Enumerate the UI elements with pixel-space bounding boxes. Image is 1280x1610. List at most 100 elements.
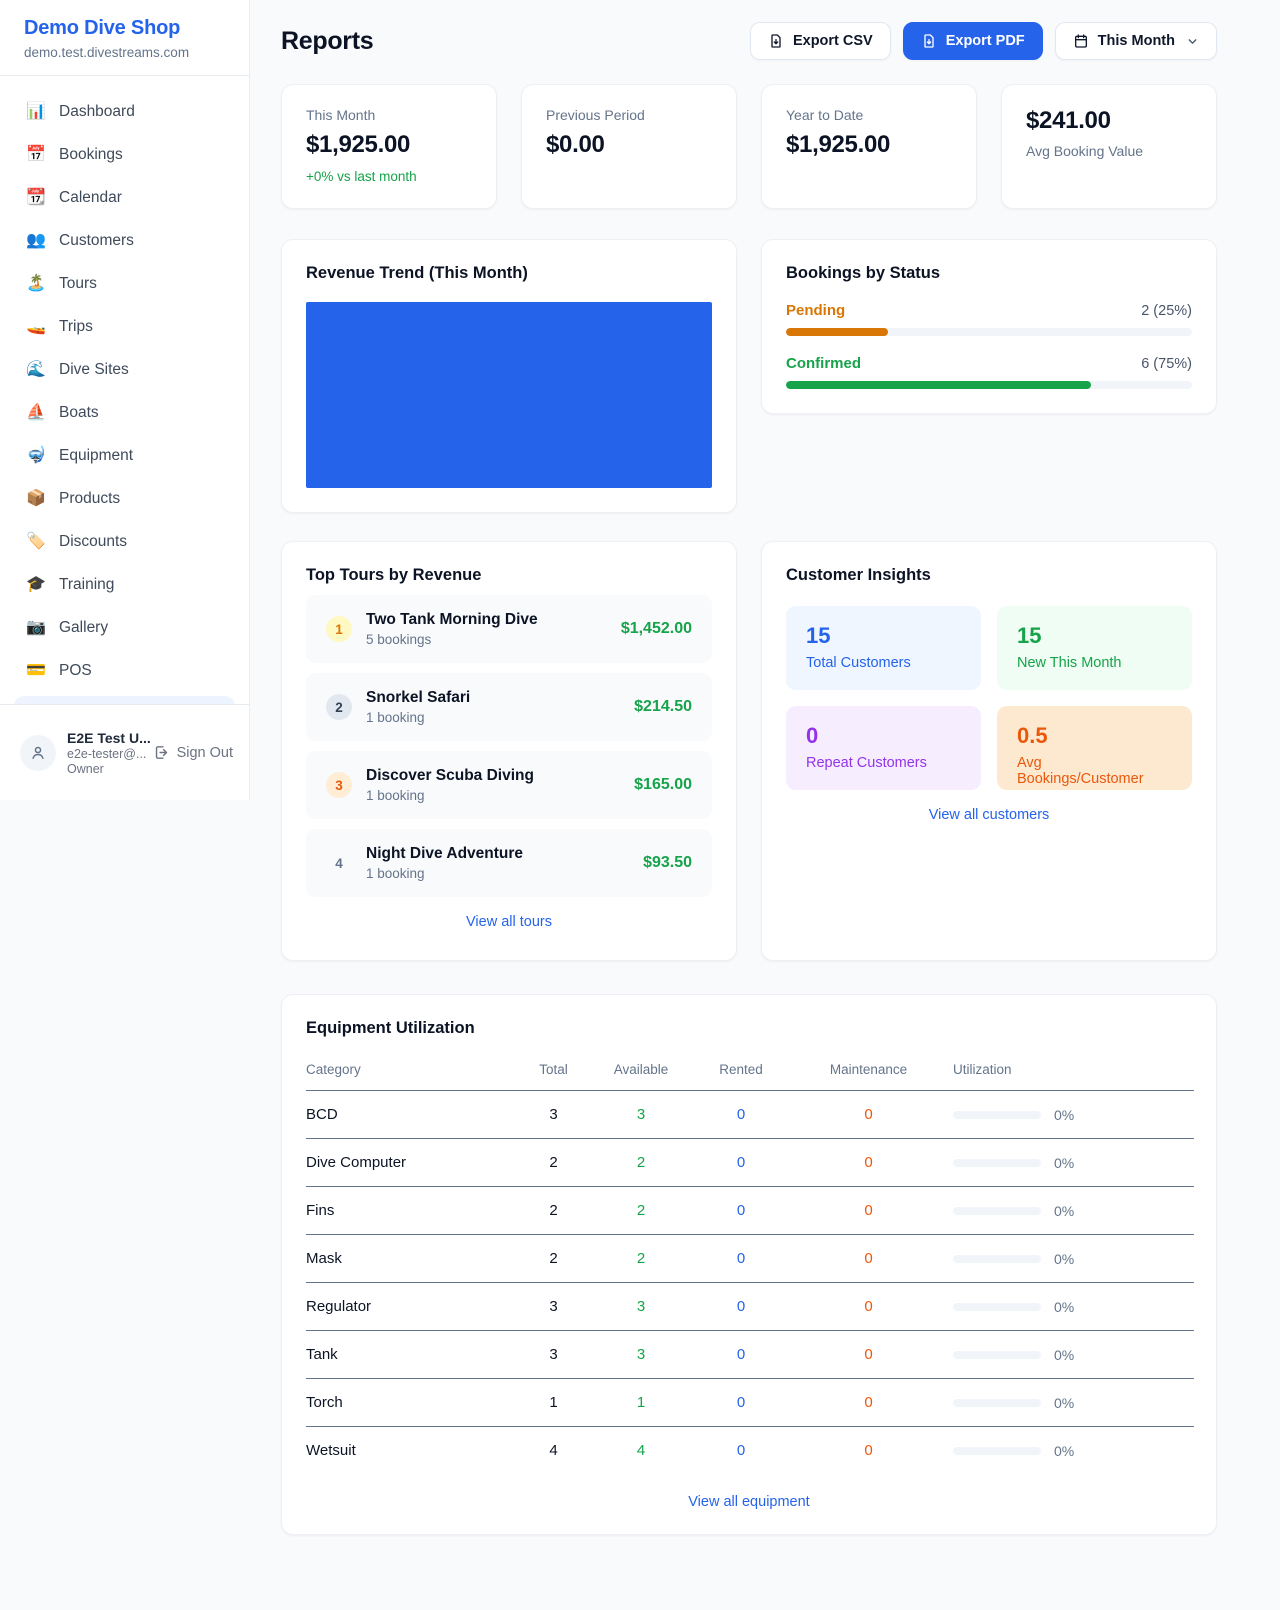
tour-row: 2 Snorkel Safari 1 booking $214.50: [306, 673, 712, 741]
view-all-equipment-link[interactable]: View all equipment: [306, 1494, 1192, 1510]
stat-card-this-month: This Month $1,925.00 +0% vs last month: [281, 84, 497, 209]
chevron-down-icon: [1186, 35, 1199, 48]
column-header: Total: [516, 1052, 591, 1091]
sidebar: Demo Dive Shop demo.test.divestreams.com…: [0, 0, 250, 800]
table-row: Mask 2 2 0 0 0%: [306, 1235, 1194, 1283]
sidebar-item-bookings[interactable]: 📅 Bookings: [12, 137, 237, 173]
sidebar-item-label: Training: [59, 576, 114, 594]
tours-icon: 🏝️: [26, 276, 46, 292]
insight-label: Total Customers: [806, 655, 961, 671]
insight-avg-bookings: 0.5 Avg Bookings/Customer: [997, 706, 1192, 790]
tour-bookings: 1 booking: [366, 866, 523, 881]
stat-label: Avg Booking Value: [1026, 143, 1192, 159]
sidebar-item-calendar[interactable]: 📆 Calendar: [12, 180, 237, 216]
sidebar-item-gallery[interactable]: 📷 Gallery: [12, 610, 237, 646]
stat-card-avg-booking-value: $241.00 Avg Booking Value: [1001, 84, 1217, 209]
progress-track: [786, 381, 1192, 389]
insight-repeat-customers: 0 Repeat Customers: [786, 706, 981, 790]
main-content: Reports Export CSV Export PDF This Month: [250, 0, 1280, 1535]
export-pdf-button[interactable]: Export PDF: [903, 22, 1043, 60]
sidebar-item-customers[interactable]: 👥 Customers: [12, 223, 237, 259]
calendar-icon: [1073, 33, 1089, 49]
pos-icon: 💳: [26, 663, 46, 679]
table-row: Fins 2 2 0 0 0%: [306, 1187, 1194, 1235]
equipment-table: Category Total Available Rented Maintena…: [306, 1052, 1194, 1475]
column-header: Maintenance: [791, 1052, 946, 1091]
tour-revenue: $1,452.00: [621, 620, 692, 638]
person-icon: [29, 744, 47, 762]
stat-value: $0.00: [546, 131, 712, 159]
sidebar-item-label: Dive Sites: [59, 361, 129, 379]
stat-card-year-to-date: Year to Date $1,925.00: [761, 84, 977, 209]
sidebar-item-label: Equipment: [59, 447, 133, 465]
bookings-by-status-card: Bookings by Status Pending 2 (25%) Confi…: [761, 239, 1217, 414]
equipment-utilization-card: Equipment Utilization Category Total Ava…: [281, 994, 1217, 1535]
sidebar-item-discounts[interactable]: 🏷️ Discounts: [12, 524, 237, 560]
column-header: Available: [591, 1052, 691, 1091]
progress-track: [786, 328, 1192, 336]
stat-label: Year to Date: [786, 107, 952, 123]
tour-revenue: $165.00: [634, 776, 692, 794]
stat-card-previous-period: Previous Period $0.00: [521, 84, 737, 209]
table-header-row: Category Total Available Rented Maintena…: [306, 1052, 1194, 1091]
shop-name: Demo Dive Shop: [24, 17, 225, 40]
export-csv-button[interactable]: Export CSV: [750, 22, 891, 60]
sidebar-item-trips[interactable]: 🚤 Trips: [12, 309, 237, 345]
sidebar-item-pos[interactable]: 💳 POS: [12, 653, 237, 689]
sign-out-button[interactable]: Sign Out: [153, 744, 233, 761]
sidebar-item-tours[interactable]: 🏝️ Tours: [12, 266, 237, 302]
column-header: Rented: [691, 1052, 791, 1091]
table-row: Dive Computer 2 2 0 0 0%: [306, 1139, 1194, 1187]
products-icon: 📦: [26, 491, 46, 507]
tour-bookings: 1 booking: [366, 788, 534, 803]
insight-total-customers: 15 Total Customers: [786, 606, 981, 690]
stat-value: $1,925.00: [786, 131, 952, 159]
sidebar-item-dive-sites[interactable]: 🌊 Dive Sites: [12, 352, 237, 388]
tour-name: Two Tank Morning Dive: [366, 611, 538, 629]
sidebar-item-training[interactable]: 🎓 Training: [12, 567, 237, 603]
sidebar-item-label: POS: [59, 662, 92, 680]
sidebar-nav: 📊 Dashboard 📅 Bookings 📆 Calendar 👥 Cust…: [0, 76, 249, 704]
insight-value: 0: [806, 723, 961, 749]
insight-value: 15: [1017, 623, 1172, 649]
utilization-bar: [953, 1303, 1041, 1311]
shop-domain: demo.test.divestreams.com: [24, 45, 225, 60]
insight-label: Avg Bookings/Customer: [1017, 755, 1172, 787]
tour-name: Discover Scuba Diving: [366, 767, 534, 785]
status-row-pending: Pending 2 (25%): [786, 302, 1192, 336]
tour-revenue: $93.50: [643, 854, 692, 872]
tour-row: 1 Two Tank Morning Dive 5 bookings $1,45…: [306, 595, 712, 663]
status-count: 2 (25%): [1141, 303, 1192, 319]
rank-badge: 3: [326, 772, 352, 798]
revenue-trend-card: Revenue Trend (This Month): [281, 239, 737, 513]
utilization-bar: [953, 1111, 1041, 1119]
sidebar-item-label: Trips: [59, 318, 93, 336]
card-title: Top Tours by Revenue: [306, 566, 712, 585]
sidebar-item-equipment[interactable]: 🤿 Equipment: [12, 438, 237, 474]
rank-badge: 1: [326, 616, 352, 642]
table-row: Tank 3 3 0 0 0%: [306, 1331, 1194, 1379]
view-all-customers-link[interactable]: View all customers: [786, 807, 1192, 823]
boats-icon: ⛵: [26, 405, 46, 421]
training-icon: 🎓: [26, 577, 46, 593]
sidebar-item-dashboard[interactable]: 📊 Dashboard: [12, 94, 237, 130]
view-all-tours-link[interactable]: View all tours: [306, 914, 712, 930]
sidebar-item-label: Bookings: [59, 146, 123, 164]
tour-revenue: $214.50: [634, 698, 692, 716]
status-row-confirmed: Confirmed 6 (75%): [786, 355, 1192, 389]
insight-value: 15: [806, 623, 961, 649]
tour-row: 3 Discover Scuba Diving 1 booking $165.0…: [306, 751, 712, 819]
sidebar-item-label: Dashboard: [59, 103, 135, 121]
sidebar-item-products[interactable]: 📦 Products: [12, 481, 237, 517]
card-title: Equipment Utilization: [306, 1019, 1192, 1038]
sidebar-item-label: Customers: [59, 232, 134, 250]
utilization-bar: [953, 1207, 1041, 1215]
sidebar-item-active-partial[interactable]: [14, 696, 235, 704]
status-count: 6 (75%): [1141, 356, 1192, 372]
stat-value: $1,925.00: [306, 131, 472, 159]
file-download-icon: [768, 33, 784, 49]
sidebar-item-boats[interactable]: ⛵ Boats: [12, 395, 237, 431]
bookings-icon: 📅: [26, 147, 46, 163]
period-dropdown[interactable]: This Month: [1055, 22, 1217, 60]
table-row: Regulator 3 3 0 0 0%: [306, 1283, 1194, 1331]
